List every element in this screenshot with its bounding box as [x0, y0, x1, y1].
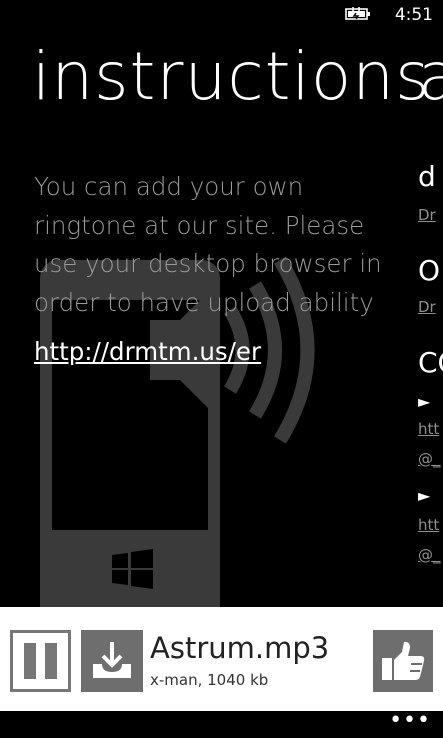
peek-item: O	[418, 254, 441, 287]
battery-charging-icon	[345, 7, 370, 20]
like-button[interactable]	[373, 630, 433, 692]
download-button[interactable]	[81, 630, 143, 692]
peek-item: Dr	[418, 298, 436, 316]
peek-item: d	[418, 160, 436, 193]
more-options-button[interactable]: •••	[389, 710, 431, 732]
status-bar: 4:51	[0, 0, 443, 30]
download-icon	[93, 642, 131, 678]
peek-item: @_	[418, 450, 441, 468]
pivot-title[interactable]: instructions	[32, 38, 431, 115]
pause-button[interactable]	[10, 630, 71, 692]
status-time: 4:51	[394, 5, 433, 25]
track-name: Astrum.mp3	[150, 631, 330, 665]
peek-item: htt	[418, 420, 440, 438]
pivot-next-title-peek[interactable]: a	[418, 38, 443, 115]
peek-item: @_	[418, 546, 441, 564]
peek-item: Dr	[418, 206, 436, 224]
upload-site-link[interactable]: http://drmtm.us/er	[34, 337, 261, 366]
peek-item: htt	[418, 516, 440, 534]
peek-item: ►	[418, 486, 431, 505]
app-root: 4:51 instructions a You can add your own…	[0, 0, 443, 738]
peek-item: ►	[418, 392, 431, 411]
track-meta: x-man, 1040 kb	[150, 671, 269, 689]
instructions-text: You can add your own ringtone at our sit…	[34, 172, 382, 317]
thumbs-up-icon	[382, 641, 425, 680]
app-bar: •••	[0, 710, 443, 738]
peek-item: CO	[418, 346, 443, 379]
player-bar: Astrum.mp3 x-man, 1040 kb	[0, 607, 443, 711]
